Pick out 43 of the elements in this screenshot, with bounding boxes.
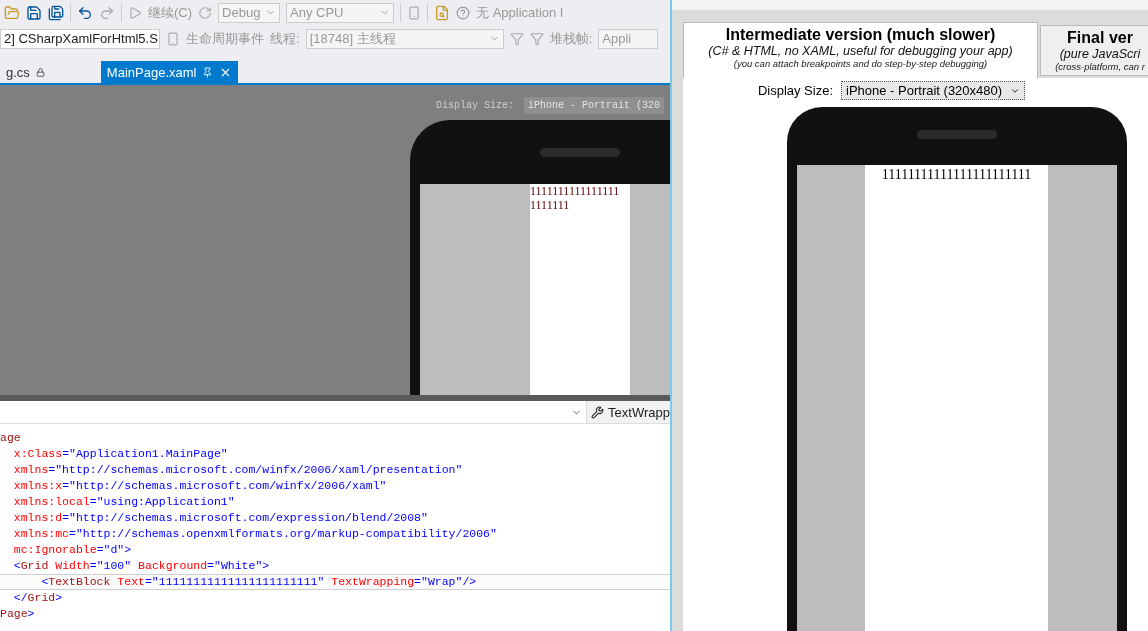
tab-subtitle: (C# & HTML, no XAML, useful for debugging your app) xyxy=(708,44,1013,58)
document-tab[interactable]: MainPage.xaml xyxy=(100,61,239,83)
mode-tab[interactable]: Intermediate version (much slower) (C# & HTML, no XAML, useful for debugging your app) (you can attach breakpoints and do step-by-step debugging) xyxy=(683,22,1038,78)
tab-subtitle: (pure JavaScri xyxy=(1059,47,1141,61)
tab-note: (cross-platform, can r xyxy=(1055,61,1145,72)
application-label: 无 Application I xyxy=(476,3,564,22)
pin-icon[interactable] xyxy=(202,66,214,78)
redo-icon[interactable] xyxy=(99,4,115,21)
file-search-icon[interactable] xyxy=(434,4,451,21)
stack-frame-dropdown[interactable]: Appli xyxy=(598,28,659,49)
thread-dropdown[interactable]: [18748] 主线程 xyxy=(305,28,504,49)
tab-title: Intermediate version (much slower) xyxy=(725,26,996,44)
display-size-dropdown[interactable]: iPhone - Portrait (320x480) xyxy=(841,81,1026,100)
mode-tab[interactable]: Final ver (pure JavaScri (cross-platform, can r xyxy=(1040,25,1148,76)
preview-text: 1111111111111111 xyxy=(530,184,621,198)
filter-icon[interactable] xyxy=(529,31,544,46)
continue-label[interactable]: 继续(C) xyxy=(148,3,193,22)
refresh-icon[interactable] xyxy=(198,5,213,20)
lifecycle-icon[interactable] xyxy=(166,31,180,46)
configuration-dropdown[interactable]: Debug xyxy=(218,2,281,23)
process-dropdown[interactable]: 2] CSharpXamlForHtml5.S xyxy=(0,28,160,49)
help-icon[interactable] xyxy=(456,5,471,20)
tab-title: Final ver xyxy=(1067,29,1133,47)
preview-text: 11111111111111111111111 xyxy=(880,166,1033,184)
display-size-dropdown[interactable]: iPhone - Portrait (320 xyxy=(524,97,665,114)
preview-text: 1111111 xyxy=(530,198,571,212)
wrench-icon xyxy=(591,405,605,419)
filter-icon[interactable] xyxy=(509,31,524,46)
document-tab[interactable]: g.cs xyxy=(0,61,51,83)
platform-dropdown[interactable]: Any CPU xyxy=(286,2,395,23)
save-icon[interactable] xyxy=(26,4,42,21)
stack-frame-label: 堆栈帧: xyxy=(549,29,593,48)
undo-icon[interactable] xyxy=(77,4,93,21)
display-size-label: Display Size: xyxy=(757,83,833,98)
property-dropdown[interactable]: TextWrapp xyxy=(587,401,670,423)
phone-icon[interactable] xyxy=(407,5,422,20)
thread-label: 线程: xyxy=(270,29,300,48)
lifecycle-label[interactable]: 生命周期事件 xyxy=(186,29,264,48)
tab-note: (you can attach breakpoints and do step-by-step debugging) xyxy=(733,58,988,69)
play-icon[interactable] xyxy=(128,5,142,20)
folder-icon[interactable] xyxy=(4,4,20,21)
save-all-icon[interactable] xyxy=(48,4,64,21)
display-size-label: Display Size: xyxy=(436,100,514,111)
